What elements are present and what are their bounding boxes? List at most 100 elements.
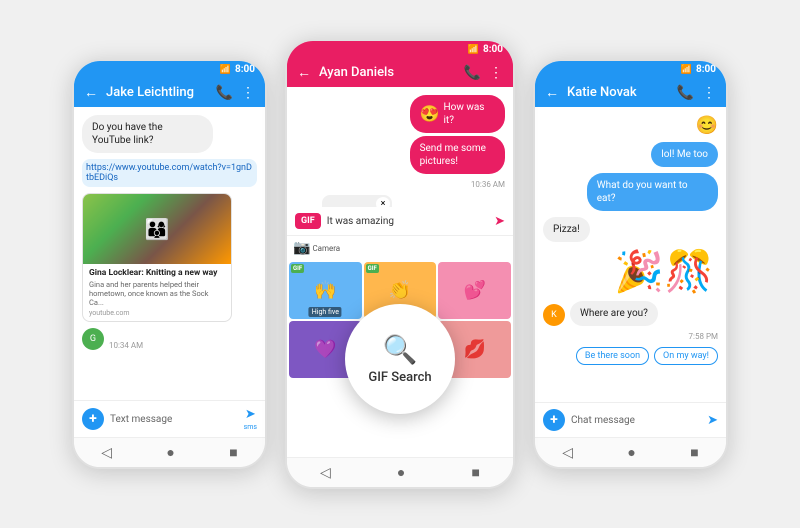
back-nav[interactable]: ◁	[101, 445, 112, 461]
sms-label: sms	[244, 423, 257, 431]
phone1-status-bar: 📶 8:00	[74, 61, 265, 78]
phone3-status-bar: 📶 8:00	[535, 61, 726, 78]
home-nav-2[interactable]: ●	[397, 464, 405, 481]
phone2-header: 📶 8:00 ← Ayan Daniels 📞 ⋮	[287, 41, 513, 87]
send-icon-3[interactable]: ➤	[707, 413, 718, 428]
sent-bubble-eat: What do you want to eat?	[587, 173, 718, 211]
sent-bubble-lol: lol! Me too	[651, 142, 718, 167]
phone1-contact: Jake Leichtling	[106, 85, 208, 100]
phone-2: 📶 8:00 ← Ayan Daniels 📞 ⋮ 😍 How was it? …	[285, 39, 515, 489]
phone-1: 📶 8:00 ← Jake Leichtling 📞 ⋮ Do you have…	[72, 59, 267, 469]
add-button[interactable]: +	[82, 408, 104, 430]
message-bubble: Do you have the YouTube link?	[82, 115, 213, 153]
phone2-compose: GIF It was amazing ➤	[287, 207, 513, 235]
timestamp-2: 10:36 AM	[471, 180, 505, 189]
signal-icons: 📶	[220, 65, 231, 75]
compose-input[interactable]: It was amazing	[327, 216, 488, 227]
sent-bubble-1: 😍 How was it?	[410, 95, 505, 133]
gif-cell-badge-2: GIF	[366, 264, 379, 273]
close-icon[interactable]: ×	[376, 197, 390, 207]
phone3-messages: 😊 lol! Me too What do you want to eat? P…	[535, 107, 726, 402]
gif-button[interactable]: GIF	[295, 213, 321, 229]
received-pizza: Pizza!	[543, 217, 590, 242]
phone1-top-bar: ← Jake Leichtling 📞 ⋮	[74, 78, 265, 107]
chips-row: Be there soon On my way!	[576, 347, 718, 365]
timestamp: 10:34 AM	[109, 341, 143, 350]
add-button-3[interactable]: +	[543, 409, 565, 431]
signal-icons-3: 📶	[681, 65, 692, 75]
chip-on-my-way[interactable]: On my way!	[654, 347, 718, 365]
phone1-messages: Do you have the YouTube link? https://ww…	[74, 107, 265, 400]
avatar-3: K	[543, 304, 565, 326]
link-text: https://www.youtube.com/watch?v=1gnDtbED…	[82, 159, 257, 187]
phone1-nav: ◁ ● ■	[74, 437, 265, 467]
phone1-time: 8:00	[235, 64, 255, 75]
received-where: Where are you?	[570, 301, 658, 326]
phone1-text-input[interactable]: Text message	[110, 414, 238, 425]
phones-container: 📶 8:00 ← Jake Leichtling 📞 ⋮ Do you have…	[52, 19, 748, 509]
phone-3: 📶 8:00 ← Katie Novak 📞 ⋮ 😊 lol! Me too W…	[533, 59, 728, 469]
preview-title: Gina Locklear: Knitting a new way	[89, 268, 225, 278]
recent-nav-2[interactable]: ■	[471, 464, 479, 481]
preview-image: 👨‍👩‍👦	[83, 194, 231, 264]
phone3-nav: ◁ ● ■	[535, 437, 726, 467]
preview-desc: Gina and her parents helped their hometo…	[89, 280, 225, 307]
preview-info: Gina Locklear: Knitting a new way Gina a…	[83, 264, 231, 321]
phone-icon[interactable]: 📞	[216, 85, 233, 101]
back-icon[interactable]: ←	[84, 84, 98, 101]
back-nav-3[interactable]: ◁	[562, 445, 573, 461]
back-icon-2[interactable]: ←	[297, 64, 311, 81]
emoji-sticker: 😊	[696, 115, 718, 136]
home-nav[interactable]: ●	[166, 444, 174, 461]
phone2-status-bar: 📶 8:00	[287, 41, 513, 58]
search-icon: 🔍	[383, 333, 418, 366]
camera-item[interactable]: 📷 Camera	[293, 240, 340, 256]
phone3-top-bar: ← Katie Novak 📞 ⋮	[535, 78, 726, 107]
phone2-nav: ◁ ● ■	[287, 457, 513, 487]
avatar-row: G 10:34 AM	[82, 328, 257, 350]
signal-icons-2: 📶	[468, 45, 479, 55]
phone3-time: 8:00	[696, 64, 716, 75]
home-nav-3[interactable]: ●	[627, 444, 635, 461]
recent-nav-3[interactable]: ■	[690, 444, 698, 461]
phone2-contact: Ayan Daniels	[319, 65, 456, 80]
phone3-header: 📶 8:00 ← Katie Novak 📞 ⋮	[535, 61, 726, 107]
youtube-preview: 👨‍👩‍👦 Gina Locklear: Knitting a new way …	[82, 193, 232, 322]
phone3-text-input[interactable]: Chat message	[571, 415, 701, 426]
recent-nav[interactable]: ■	[229, 444, 237, 461]
gif-cell-badge: GIF	[291, 264, 304, 273]
gif-search-label: GIF Search	[368, 370, 431, 385]
pizza-sticker: 🎉🎊	[614, 248, 714, 295]
gif-cell-1[interactable]: GIF 🙌 High five	[289, 262, 362, 319]
avatar-row-3: K Where are you?	[543, 301, 718, 326]
phone1-header: 📶 8:00 ← Jake Leichtling 📞 ⋮	[74, 61, 265, 107]
phone2-top-bar: ← Ayan Daniels 📞 ⋮	[287, 58, 513, 87]
back-icon-3[interactable]: ←	[545, 84, 559, 101]
camera-icon: 📷	[293, 240, 310, 256]
more-icon-2[interactable]: ⋮	[489, 65, 503, 81]
more-icon[interactable]: ⋮	[241, 85, 255, 101]
gif-label-highfive: High five	[309, 307, 342, 317]
send-column: ➤ sms	[244, 407, 257, 431]
phone-icon-2[interactable]: 📞	[464, 65, 481, 81]
phone-icon-3[interactable]: 📞	[677, 85, 694, 101]
phone3-contact: Katie Novak	[567, 85, 669, 100]
more-icon-3[interactable]: ⋮	[702, 85, 716, 101]
sent-bubble-2: Send me some pictures!	[410, 136, 505, 174]
phone2-messages: 😍 How was it? Send me some pictures! 10:…	[287, 87, 513, 207]
send-icon[interactable]: ➤	[245, 407, 256, 422]
phone3-input-area: + Chat message ➤	[535, 402, 726, 437]
gif-cell-3[interactable]: 💕	[438, 262, 511, 319]
avatar-row-2: A 👩‍🦳 ×	[295, 195, 505, 207]
avatar: G	[82, 328, 104, 350]
emoji: 😍	[420, 104, 440, 125]
gif-magnifier[interactable]: 🔍 GIF Search	[345, 304, 455, 414]
gif-panel: GIF 🙌 High five GIF 👏 Clapping 💕 💜 🐙 💋	[287, 260, 513, 457]
category-row: 📷 Camera	[287, 235, 513, 260]
preview-url: youtube.com	[89, 309, 225, 317]
camera-label: Camera	[312, 244, 340, 253]
send-icon-2[interactable]: ➤	[494, 214, 505, 229]
phone1-input-area: + Text message ➤ sms	[74, 400, 265, 437]
back-nav-2[interactable]: ◁	[320, 465, 331, 481]
chip-be-there[interactable]: Be there soon	[576, 347, 649, 365]
